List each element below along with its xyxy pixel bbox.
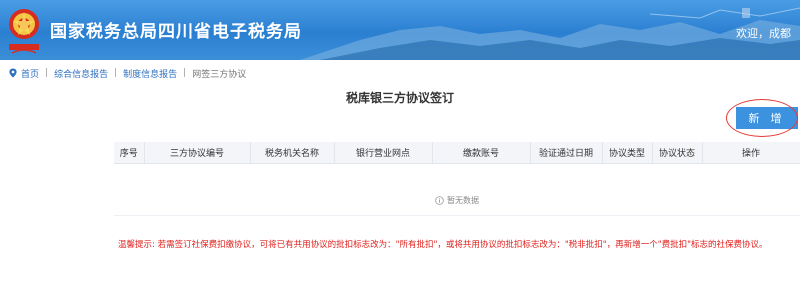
column-header-actions: 操作 — [702, 142, 800, 164]
breadcrumb-separator: | — [183, 68, 187, 78]
breadcrumb-general-report[interactable]: 综合信息报告 — [54, 67, 108, 80]
table-header-row: 序号 三方协议编号 税务机关名称 银行营业网点 缴款账号 验证通过日期 协议类型… — [114, 142, 800, 164]
info-circle-icon — [435, 195, 444, 205]
column-header-bank-branch: 银行营业网点 — [334, 142, 433, 164]
site-title: 国家税务总局四川省电子税务局 — [50, 22, 302, 42]
breadcrumb-separator: | — [45, 68, 49, 78]
column-header-index: 序号 — [114, 142, 145, 164]
breadcrumb-home[interactable]: 首页 — [21, 67, 39, 80]
site-header: 国家税务总局四川省电子税务局 欢迎，成都 — [0, 0, 800, 60]
location-pin-icon — [9, 68, 17, 78]
welcome-text[interactable]: 欢迎，成都 — [736, 25, 791, 41]
column-header-verify-date: 验证通过日期 — [530, 142, 603, 164]
table-bottom-divider — [114, 215, 800, 216]
column-header-agreement-type: 协议类型 — [602, 142, 653, 164]
tax-emblem-logo — [9, 9, 39, 54]
agreement-table: 序号 三方协议编号 税务机关名称 银行营业网点 缴款账号 验证通过日期 协议类型… — [114, 142, 800, 164]
breadcrumb: 首页 | 综合信息报告 | 制度信息报告 | 网签三方协议 — [8, 66, 246, 80]
page-title: 税库银三方协议签订 — [345, 91, 454, 105]
add-button[interactable]: 新 增 — [736, 107, 798, 129]
column-header-tax-office: 税务机关名称 — [250, 142, 335, 164]
column-header-account: 缴款账号 — [432, 142, 531, 164]
breadcrumb-system-report[interactable]: 制度信息报告 — [123, 67, 177, 80]
column-header-agreement-number: 三方协议编号 — [144, 142, 251, 164]
empty-state: 暂无数据 — [114, 193, 800, 207]
breadcrumb-separator: | — [114, 68, 118, 78]
notice-text: 温馨提示: 若需签订社保费扣缴协议，可将已有共用协议的批扣标志改为："所有批扣"… — [118, 240, 768, 250]
empty-state-text: 暂无数据 — [447, 195, 479, 205]
column-header-agreement-status: 协议状态 — [652, 142, 703, 164]
breadcrumb-current: 网签三方协议 — [192, 69, 247, 80]
